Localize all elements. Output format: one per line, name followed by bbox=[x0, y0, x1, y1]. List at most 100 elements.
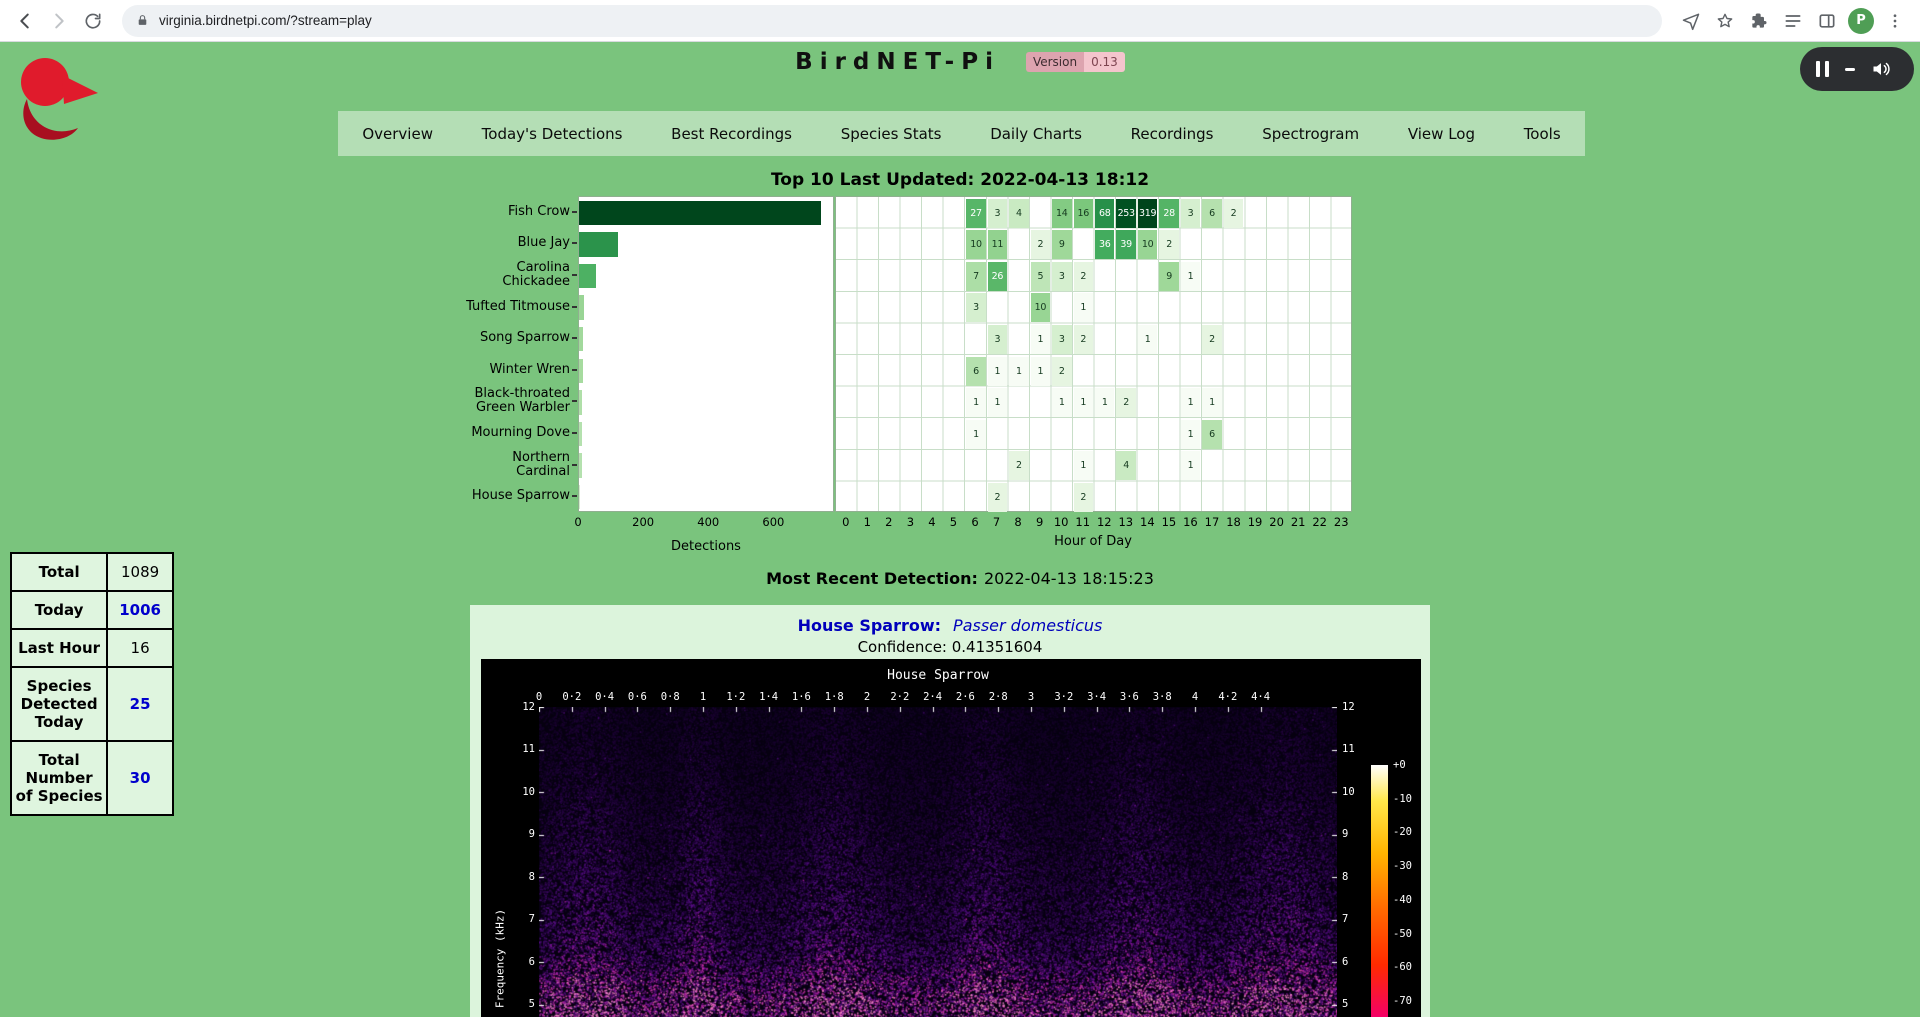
stats-value[interactable]: 30 bbox=[107, 741, 173, 815]
species-label: House Sparrow bbox=[240, 480, 570, 512]
stats-table: Total1089Today1006Last Hour16Species Det… bbox=[10, 552, 174, 816]
back-button[interactable] bbox=[10, 6, 40, 36]
menu-icon[interactable] bbox=[1880, 6, 1910, 36]
stats-row: Last Hour16 bbox=[11, 629, 173, 667]
heatmap-cell: 7 bbox=[966, 262, 985, 291]
colorbar-tick-label: -40 bbox=[1393, 894, 1412, 906]
colorbar-tick-label: -30 bbox=[1393, 860, 1412, 872]
detections-bar bbox=[579, 390, 582, 415]
nav-item-tools[interactable]: Tools bbox=[1518, 125, 1567, 143]
heatmap-cell: 1 bbox=[988, 357, 1007, 386]
detections-bar bbox=[579, 264, 596, 289]
spec-x-tick-label: 0 bbox=[536, 691, 542, 703]
heatmap-cell: 39 bbox=[1116, 230, 1135, 259]
detection-species-link[interactable]: House Sparrow: bbox=[798, 616, 941, 635]
nav-item-best-recordings[interactable]: Best Recordings bbox=[665, 125, 798, 143]
recent-detection-value: 2022-04-13 18:15:23 bbox=[984, 569, 1154, 588]
nav-item-view-log[interactable]: View Log bbox=[1402, 125, 1481, 143]
species-label: Northern Cardinal bbox=[240, 449, 570, 481]
stats-label: Species Detected Today bbox=[11, 667, 107, 741]
species-label: Tufted Titmouse bbox=[240, 291, 570, 323]
hour-tick-label: 13 bbox=[1118, 515, 1133, 529]
bar-plot bbox=[578, 196, 834, 512]
stats-value[interactable]: 25 bbox=[107, 667, 173, 741]
colorbar-tick-label: +0 bbox=[1393, 759, 1406, 771]
spec-y-tick-label-right: 8 bbox=[1342, 871, 1348, 883]
stats-label: Last Hour bbox=[11, 629, 107, 667]
reload-button[interactable] bbox=[78, 6, 108, 36]
profile-avatar[interactable]: P bbox=[1848, 8, 1874, 34]
recent-detection-label: Most Recent Detection: bbox=[766, 569, 978, 588]
heatmap-cell: 3 bbox=[1052, 325, 1071, 354]
nav-item-overview[interactable]: Overview bbox=[356, 125, 439, 143]
heatmap-cell: 253 bbox=[1116, 199, 1135, 228]
version-label: Version bbox=[1026, 52, 1084, 72]
heatmap-cell: 3 bbox=[988, 325, 1007, 354]
browser-toolbar: virginia.birdnetpi.com/?stream=play P bbox=[0, 0, 1920, 42]
species-label: Black-throated Green Warbler bbox=[240, 386, 570, 418]
nav-item-species-stats[interactable]: Species Stats bbox=[835, 125, 948, 143]
side-panel-icon[interactable] bbox=[1812, 6, 1842, 36]
recent-detection: Most Recent Detection: 2022-04-13 18:15:2… bbox=[0, 569, 1920, 588]
address-bar[interactable]: virginia.birdnetpi.com/?stream=play bbox=[122, 5, 1662, 37]
spec-x-tick-label: 2·6 bbox=[956, 691, 975, 703]
spec-x-tick-label: 3 bbox=[1028, 691, 1034, 703]
spec-x-tick-label: 1·8 bbox=[825, 691, 844, 703]
spec-y-tick-label-right: 9 bbox=[1342, 828, 1348, 840]
hour-tick-label: 7 bbox=[993, 515, 1000, 529]
spec-y-tick-label: 8 bbox=[493, 871, 535, 883]
nav-bar: Overview Today's Detections Best Recording… bbox=[338, 111, 1585, 156]
spec-x-tick-label: 0·4 bbox=[595, 691, 614, 703]
stats-table-body: Total1089Today1006Last Hour16Species Det… bbox=[11, 553, 173, 815]
hour-tick-label: 17 bbox=[1205, 515, 1220, 529]
colorbar-tick-label: -50 bbox=[1393, 928, 1412, 940]
nav-item-spectrogram[interactable]: Spectrogram bbox=[1256, 125, 1365, 143]
heatmap-cell: 1 bbox=[1181, 451, 1200, 480]
version-badge: Version 0.13 bbox=[1026, 52, 1125, 72]
hour-tick-label: 6 bbox=[971, 515, 978, 529]
heatmap-cell: 3 bbox=[966, 293, 985, 322]
heatmap-cell: 1 bbox=[966, 388, 985, 417]
heatmap-cell: 9 bbox=[1159, 262, 1178, 291]
heatmap-cell: 1 bbox=[1074, 451, 1093, 480]
bar-x-tick-label: 0 bbox=[574, 515, 581, 529]
species-y-tick bbox=[572, 274, 577, 276]
stats-label: Today bbox=[11, 591, 107, 629]
extensions-icon[interactable] bbox=[1744, 6, 1774, 36]
url-text: virginia.birdnetpi.com/?stream=play bbox=[159, 13, 372, 28]
hour-tick-label: 21 bbox=[1291, 515, 1306, 529]
hour-tick-label: 8 bbox=[1014, 515, 1021, 529]
heatmap-cell: 1 bbox=[1181, 262, 1200, 291]
spec-x-tick-label: 2·8 bbox=[989, 691, 1008, 703]
spec-y-tick-label: 12 bbox=[493, 701, 535, 713]
spec-y-tick-label: 9 bbox=[493, 828, 535, 840]
nav-item-recordings[interactable]: Recordings bbox=[1125, 125, 1220, 143]
spec-y-tick-label: 5 bbox=[493, 998, 535, 1010]
hour-tick-label: 3 bbox=[907, 515, 914, 529]
species-label: Song Sparrow bbox=[240, 322, 570, 354]
heatmap-cell: 3 bbox=[988, 199, 1007, 228]
colorbar-tick-label: -20 bbox=[1393, 826, 1412, 838]
send-icon[interactable] bbox=[1676, 6, 1706, 36]
heatmap-cell: 6 bbox=[1202, 199, 1221, 228]
spec-y-tick-label-right: 12 bbox=[1342, 701, 1355, 713]
spec-y-tick-label: 7 bbox=[493, 913, 535, 925]
nav-item-today-s-detections[interactable]: Today's Detections bbox=[476, 125, 629, 143]
spec-y-tick-label-right: 11 bbox=[1342, 743, 1355, 755]
detections-bar bbox=[579, 327, 583, 352]
forward-button[interactable] bbox=[44, 6, 74, 36]
spec-x-tick-label: 0·2 bbox=[562, 691, 581, 703]
heatmap-cell: 27 bbox=[966, 199, 985, 228]
reading-list-icon[interactable] bbox=[1778, 6, 1808, 36]
heatmap-cell: 5 bbox=[1031, 262, 1050, 291]
heatmap-cell: 28 bbox=[1159, 199, 1178, 228]
bookmark-star-icon[interactable] bbox=[1710, 6, 1740, 36]
species-label: Fish Crow bbox=[240, 196, 570, 228]
hour-tick-label: 1 bbox=[864, 515, 871, 529]
top10-heading: Top 10 Last Updated: 2022-04-13 18:12 bbox=[0, 170, 1920, 190]
hour-tick-label: 10 bbox=[1054, 515, 1069, 529]
nav-item-daily-charts[interactable]: Daily Charts bbox=[984, 125, 1088, 143]
stats-value[interactable]: 1006 bbox=[107, 591, 173, 629]
hour-tick-label: 2 bbox=[885, 515, 892, 529]
heatmap-cell: 10 bbox=[1138, 230, 1157, 259]
